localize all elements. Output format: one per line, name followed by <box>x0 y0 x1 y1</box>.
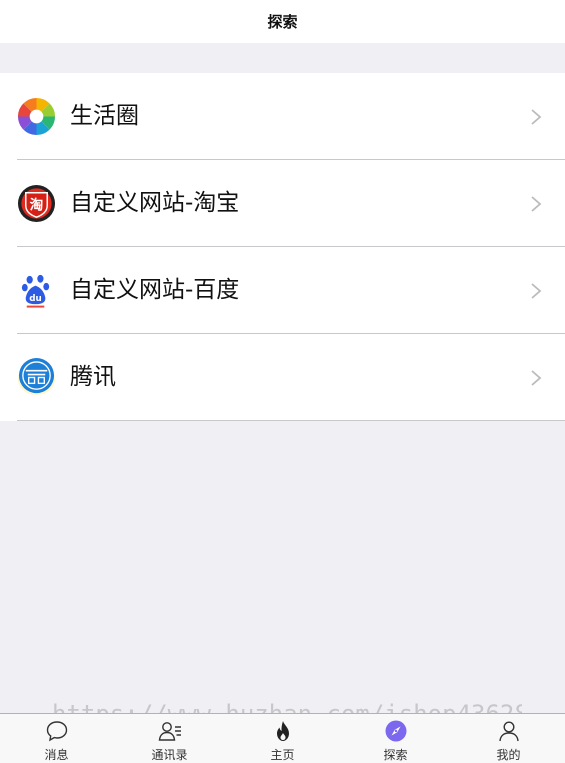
chevron-right-icon <box>529 194 543 214</box>
flame-icon <box>271 719 295 743</box>
tab-label: 我的 <box>496 748 521 762</box>
chevron-right-icon <box>529 281 543 301</box>
tab-label: 主页 <box>270 748 295 762</box>
list-item-label: 腾讯 <box>70 364 116 390</box>
list-item-life-circle[interactable]: 生活圈 <box>0 73 565 160</box>
list-item-label: 自定义网站-百度 <box>70 277 240 303</box>
tab-contacts[interactable]: 通讯录 <box>113 714 226 763</box>
svg-text:淘: 淘 <box>30 196 44 213</box>
colorful-aperture-icon <box>17 97 56 136</box>
list-item-label: 自定义网站-淘宝 <box>70 190 240 216</box>
svg-text:du: du <box>29 294 42 304</box>
list-item-tencent[interactable]: 腾讯 <box>0 334 565 421</box>
tab-me[interactable]: 我的 <box>452 714 565 763</box>
person-icon <box>497 719 521 743</box>
tab-label: 探索 <box>383 748 408 762</box>
chevron-right-icon <box>529 368 543 388</box>
tab-messages[interactable]: 消息 <box>0 714 113 763</box>
tab-home[interactable]: 主页 <box>226 714 339 763</box>
contacts-icon <box>158 719 182 743</box>
page-title: 探索 <box>267 13 298 31</box>
tab-label: 消息 <box>44 748 69 762</box>
list-item-baidu[interactable]: du 自定义网站-百度 <box>0 247 565 334</box>
taobao-icon: 淘 <box>17 184 56 223</box>
tencent-icon <box>17 358 56 397</box>
baidu-paw-icon: du <box>17 271 56 310</box>
chevron-right-icon <box>529 107 543 127</box>
compass-icon <box>384 719 408 743</box>
nav-bar: 探索 <box>0 0 565 43</box>
chat-bubble-icon <box>45 719 69 743</box>
discover-list: 生活圈 淘 自定义网站-淘宝 du 自定义网站-百度 腾讯 <box>0 73 565 421</box>
list-item-label: 生活圈 <box>70 103 139 129</box>
tab-explore[interactable]: 探索 <box>339 714 452 763</box>
tab-label: 通讯录 <box>151 748 188 762</box>
tab-bar: 消息 通讯录 主页 探索 我的 <box>0 713 565 763</box>
list-item-taobao[interactable]: 淘 自定义网站-淘宝 <box>0 160 565 247</box>
